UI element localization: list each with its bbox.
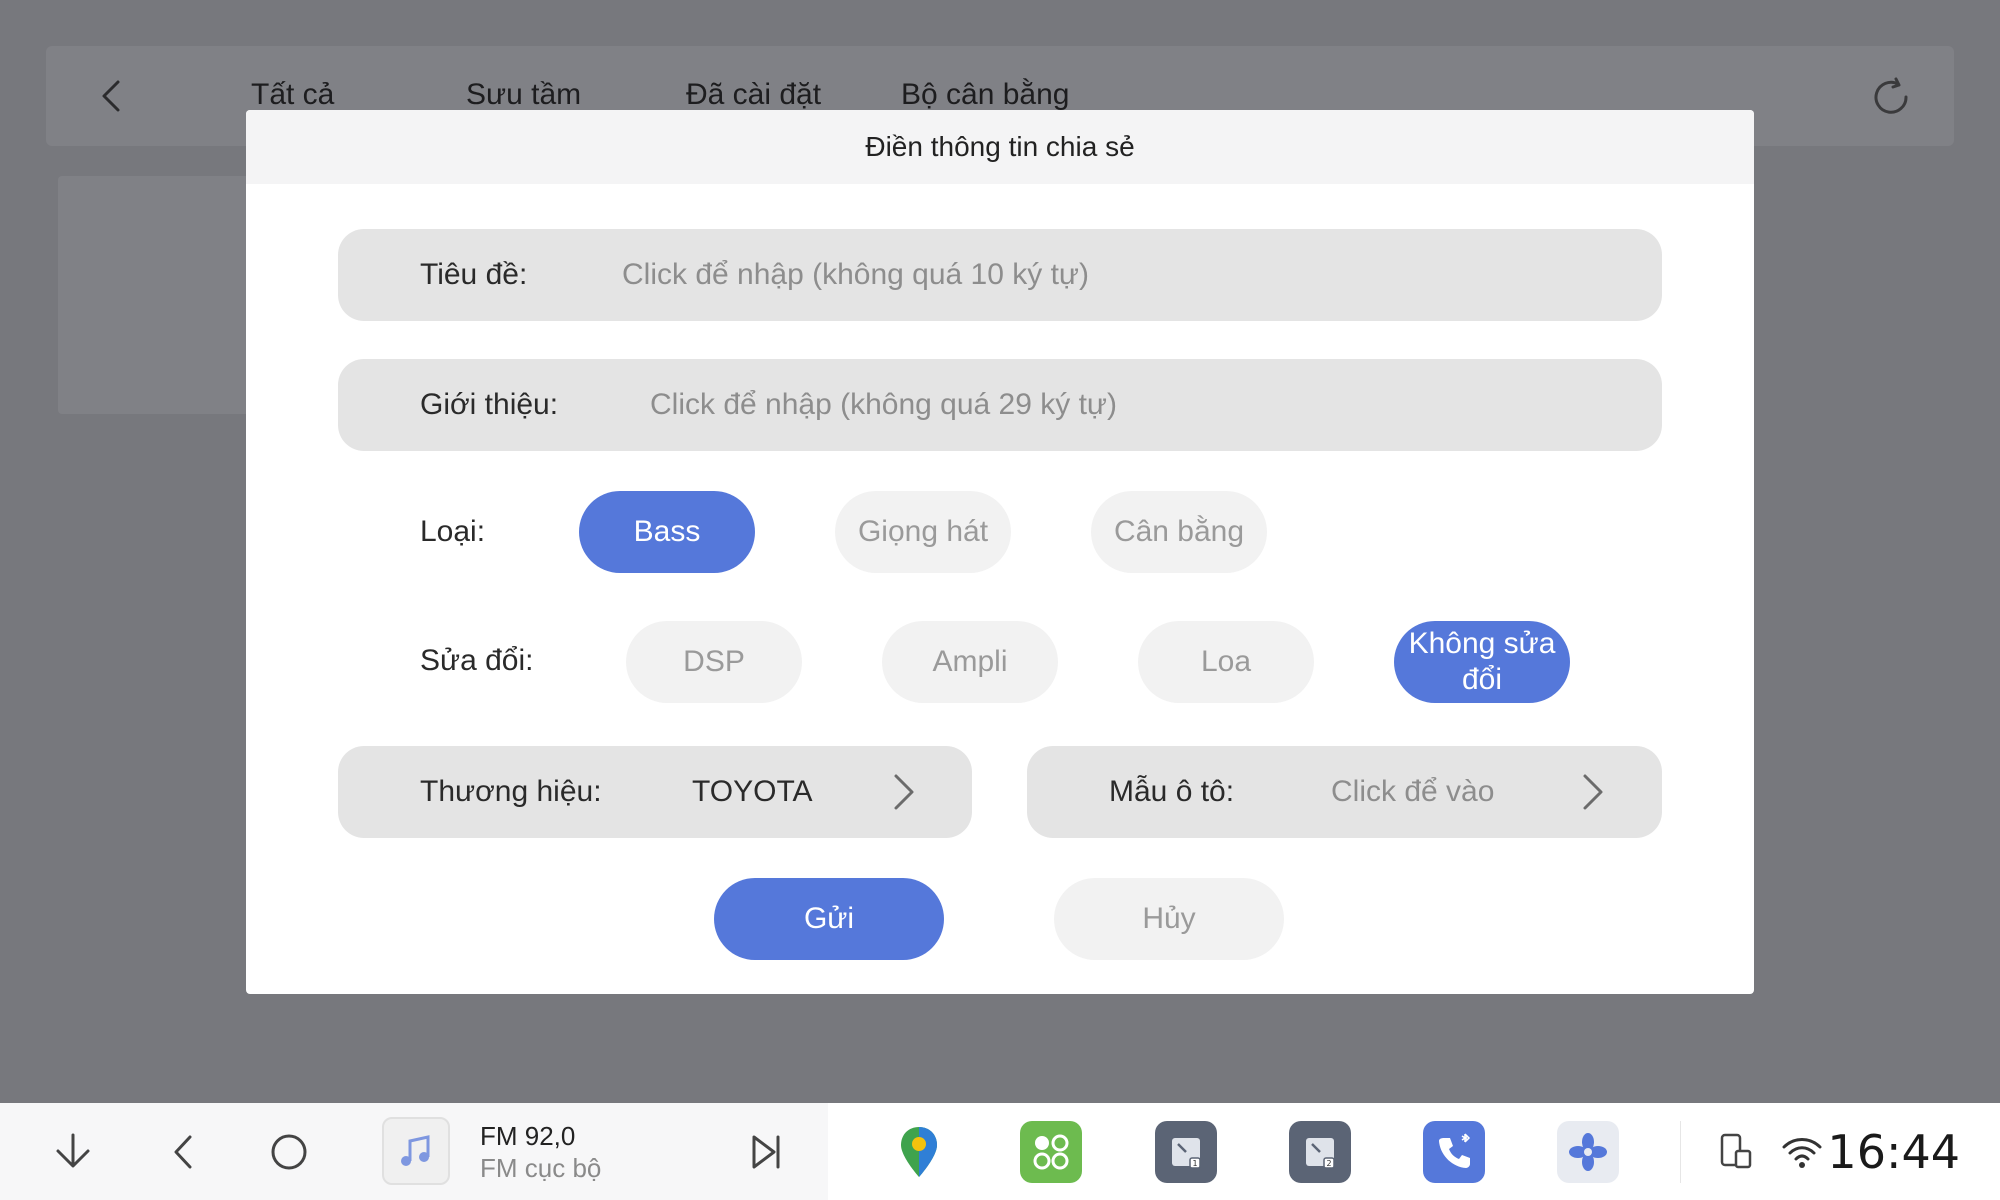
title-placeholder: Click để nhập (không quá 10 ký tự) xyxy=(622,258,1090,291)
wifi-icon[interactable] xyxy=(1780,1133,1824,1171)
collapse-down-icon[interactable] xyxy=(50,1129,96,1175)
type-option-vocal[interactable]: Giọng hát xyxy=(835,491,1011,573)
media-title: FM 92,0 xyxy=(480,1121,576,1151)
phone-bluetooth-icon[interactable] xyxy=(1423,1121,1485,1183)
refresh-icon[interactable] xyxy=(1868,74,1914,120)
mod-option-none[interactable]: Không sửa đổi xyxy=(1394,621,1570,703)
split-screen-1-icon[interactable]: 1 xyxy=(1155,1121,1217,1183)
device-connection-icon[interactable] xyxy=(1718,1131,1754,1173)
chevron-right-icon xyxy=(1583,774,1603,810)
mod-option-ampli[interactable]: Ampli xyxy=(882,621,1058,703)
media-subtitle: FM cục bộ xyxy=(480,1153,602,1183)
nav-back-icon[interactable] xyxy=(162,1129,202,1175)
brand-value: TOYOTA xyxy=(692,775,813,808)
tab-favorites[interactable]: Sưu tầm xyxy=(466,78,581,112)
tab-all[interactable]: Tất cả xyxy=(251,78,334,112)
dialog-title: Điền thông tin chia sẻ xyxy=(246,110,1754,184)
media-album-thumb[interactable] xyxy=(382,1117,450,1185)
svg-text:1: 1 xyxy=(1192,1159,1197,1168)
type-option-balance[interactable]: Cân bằng xyxy=(1091,491,1267,573)
split-screen-2-icon[interactable]: 2 xyxy=(1289,1121,1351,1183)
cancel-button[interactable]: Hủy xyxy=(1054,878,1284,960)
title-input[interactable]: Tiêu đề: Click để nhập (không quá 10 ký … xyxy=(338,229,1662,321)
chevron-right-icon xyxy=(894,774,914,810)
music-note-icon xyxy=(401,1135,430,1166)
intro-placeholder: Click để nhập (không quá 29 ký tự) xyxy=(650,388,1118,421)
type-label: Loại: xyxy=(420,515,486,548)
brand-selector[interactable]: Thương hiệu: TOYOTA xyxy=(338,746,972,838)
type-option-bass[interactable]: Bass xyxy=(579,491,755,573)
tab-installed[interactable]: Đã cài đặt xyxy=(686,78,821,112)
title-label: Tiêu đề: xyxy=(420,258,528,291)
system-taskbar: FM 92,0 FM cục bộ 1 2 16:44 xyxy=(0,1103,2000,1200)
skip-next-icon[interactable] xyxy=(748,1131,784,1173)
map-pin-icon[interactable] xyxy=(896,1123,942,1181)
status-clock: 16:44 xyxy=(1827,1125,1960,1179)
fan-climate-icon[interactable] xyxy=(1557,1121,1619,1183)
mod-option-speaker[interactable]: Loa xyxy=(1138,621,1314,703)
svg-text:2: 2 xyxy=(1326,1159,1331,1168)
taskbar-separator xyxy=(1680,1121,1681,1183)
tab-equalizer[interactable]: Bộ cân bằng xyxy=(901,78,1069,112)
intro-label: Giới thiệu: xyxy=(420,388,559,421)
share-info-dialog: Điền thông tin chia sẻ Tiêu đề: Click để… xyxy=(246,110,1754,994)
brand-label: Thương hiệu: xyxy=(420,775,602,808)
car-model-label: Mẫu ô tô: xyxy=(1109,775,1235,808)
app-launcher-icon[interactable] xyxy=(1020,1121,1082,1183)
back-arrow-icon[interactable] xyxy=(92,76,132,116)
modification-label: Sửa đổi: xyxy=(420,644,534,677)
submit-button[interactable]: Gửi xyxy=(714,878,944,960)
car-model-placeholder: Click để vào xyxy=(1331,775,1495,808)
intro-input[interactable]: Giới thiệu: Click để nhập (không quá 29 … xyxy=(338,359,1662,451)
preset-card xyxy=(58,176,258,414)
car-model-selector[interactable]: Mẫu ô tô: Click để vào xyxy=(1027,746,1662,838)
mod-option-dsp[interactable]: DSP xyxy=(626,621,802,703)
home-circle-icon[interactable] xyxy=(268,1131,310,1173)
